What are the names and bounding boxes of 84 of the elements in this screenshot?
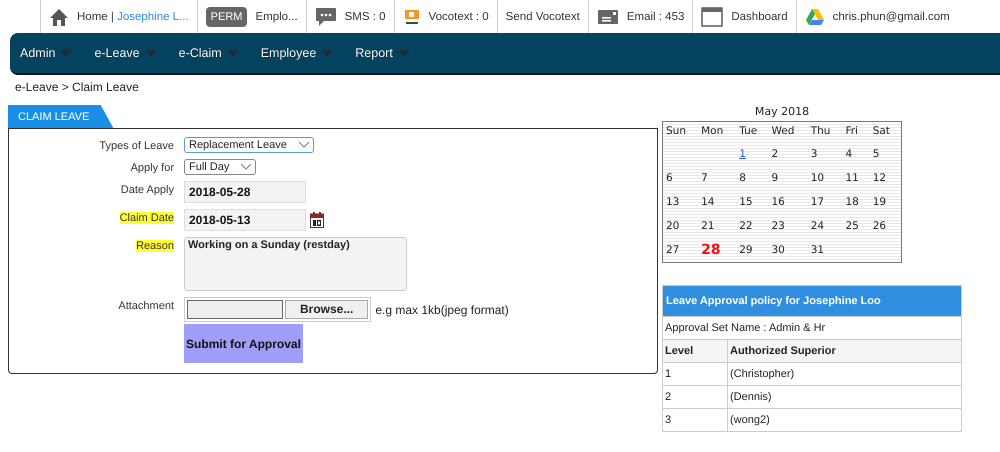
calendar-day[interactable]: 6 bbox=[666, 172, 673, 184]
calendar-title: May 2018 bbox=[754, 105, 810, 120]
calendar-day[interactable]: 20 bbox=[666, 220, 680, 232]
calendar-day[interactable]: 12 bbox=[872, 172, 886, 184]
calendar-day[interactable]: 2 bbox=[771, 148, 778, 160]
calendar-day-link[interactable]: 1 bbox=[739, 148, 746, 160]
input-field[interactable]: 2018-05-13 bbox=[184, 209, 306, 231]
table-cell: (Dennis) bbox=[728, 386, 962, 408]
menu-item[interactable]: e-Leave bbox=[94, 46, 157, 60]
dropdown[interactable]: Full Day bbox=[184, 159, 256, 175]
browse-button[interactable]: Browse... bbox=[285, 300, 368, 319]
perm-badge: PERM bbox=[206, 6, 248, 26]
calendar-day[interactable]: 30 bbox=[771, 244, 785, 256]
table-cell: 2 bbox=[662, 386, 728, 408]
hint-text: e.g max 1kb(jpeg format) bbox=[375, 302, 509, 316]
calendar-day[interactable]: 7 bbox=[701, 172, 708, 184]
field-label: Date Apply bbox=[120, 184, 174, 196]
drive-icon bbox=[804, 8, 825, 26]
calendar-day[interactable]: 10 bbox=[810, 172, 824, 184]
menu-item[interactable]: Report bbox=[355, 46, 410, 60]
calendar-day[interactable]: 22 bbox=[739, 220, 753, 232]
field-label: Apply for bbox=[130, 162, 174, 174]
field-label: Types of Leave bbox=[99, 140, 174, 152]
weekday-label: Sun bbox=[665, 124, 687, 139]
calendar-day[interactable]: 14 bbox=[701, 196, 714, 208]
window-icon bbox=[701, 6, 724, 26]
calendar-today[interactable]: 28 bbox=[701, 242, 721, 258]
menu-item[interactable]: Admin bbox=[20, 46, 72, 60]
table-cell: (Christopher) bbox=[728, 362, 962, 386]
calendar-icon bbox=[310, 212, 324, 228]
mail-icon bbox=[596, 8, 619, 24]
calendar-day[interactable]: 4 bbox=[845, 148, 852, 160]
menu-item[interactable]: e-Claim bbox=[178, 46, 239, 60]
submit-button[interactable]: Submit for Approval bbox=[184, 324, 303, 363]
weekday-label: Tue bbox=[738, 124, 758, 139]
calendar-day[interactable]: 23 bbox=[771, 220, 785, 232]
calendar-day[interactable]: 27 bbox=[666, 244, 680, 256]
calendar-day[interactable]: 11 bbox=[845, 172, 859, 184]
weekday-label: Wed bbox=[770, 124, 796, 139]
chevron-icon bbox=[298, 142, 309, 148]
weekday-label: Fri bbox=[844, 124, 859, 139]
table-cell: 3 bbox=[662, 408, 728, 432]
table-title: Leave Approval policy for Josephine Loo bbox=[662, 286, 962, 316]
column-header: Level bbox=[662, 340, 728, 362]
calendar-day[interactable]: 29 bbox=[739, 244, 753, 256]
caret-icon bbox=[144, 50, 157, 56]
column-header: Authorized Superior bbox=[728, 340, 962, 362]
calendar-day[interactable]: 8 bbox=[739, 172, 746, 184]
breadcrumb: e-Leave > Claim Leave bbox=[14, 79, 140, 96]
calendar-day[interactable]: 9 bbox=[771, 172, 778, 184]
caret-icon bbox=[398, 50, 410, 56]
field-label: Reason bbox=[136, 240, 174, 252]
calendar-day[interactable]: 13 bbox=[666, 196, 680, 208]
calendar-day[interactable]: 31 bbox=[810, 244, 824, 256]
calendar-day[interactable]: 3 bbox=[810, 148, 818, 160]
weekday-label: Thu bbox=[810, 124, 832, 139]
menu-item[interactable]: Employee bbox=[260, 46, 334, 60]
chat-icon bbox=[314, 6, 337, 26]
calendar-day[interactable]: 26 bbox=[872, 220, 886, 232]
calendar-day[interactable]: 17 bbox=[810, 196, 824, 208]
calendar-day[interactable]: 19 bbox=[872, 196, 886, 208]
field-label: Claim Date bbox=[120, 212, 174, 224]
weekday-label: Mon bbox=[700, 124, 724, 139]
file-input[interactable]: Browse... bbox=[184, 297, 372, 322]
calendar-day[interactable]: 5 bbox=[872, 148, 880, 160]
home-icon bbox=[49, 8, 69, 26]
logo-icon bbox=[402, 8, 421, 26]
chevron-icon bbox=[241, 164, 252, 170]
table-cell: 1 bbox=[662, 362, 728, 386]
caret-icon bbox=[60, 50, 72, 56]
input-field[interactable]: 2018-05-28 bbox=[184, 181, 306, 203]
calendar-day[interactable]: 21 bbox=[701, 220, 714, 232]
field-label: Attachment bbox=[118, 300, 174, 312]
calendar-day[interactable]: 15 bbox=[739, 196, 753, 208]
calendar-day[interactable]: 25 bbox=[845, 220, 859, 232]
dropdown[interactable]: Replacement Leave bbox=[184, 137, 314, 153]
calendar-day[interactable]: 16 bbox=[771, 196, 785, 208]
calendar-day[interactable]: 24 bbox=[810, 220, 824, 232]
table-cell: (wong2) bbox=[728, 408, 962, 432]
text-area[interactable]: Working on a Sunday (restday) bbox=[184, 237, 407, 291]
weekday-label: Sat bbox=[872, 124, 891, 139]
caret-icon bbox=[226, 50, 239, 56]
calendar-day[interactable]: 18 bbox=[845, 196, 859, 208]
caret-icon bbox=[321, 50, 334, 56]
